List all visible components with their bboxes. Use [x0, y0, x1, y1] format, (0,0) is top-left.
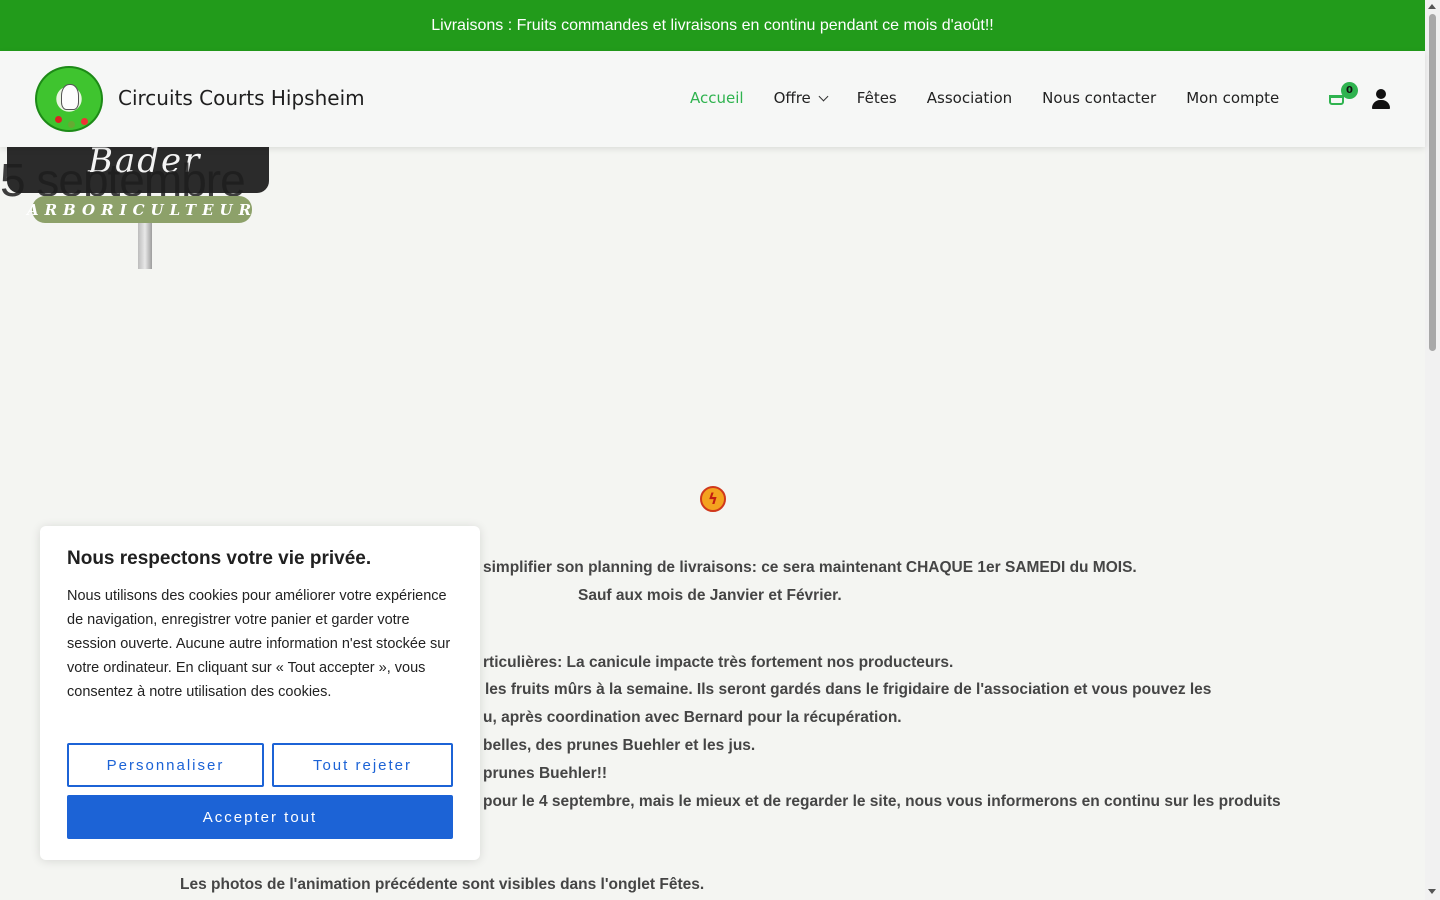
sign-pole: [138, 223, 152, 269]
hero-image: Bader 5 septembre ARBORICULTEUR: [0, 141, 280, 272]
lightning-icon: ϟ: [700, 486, 726, 512]
content-line: prunes Buehler!!: [483, 765, 608, 782]
cookie-text: Nous utilisons des cookies pour améliore…: [67, 588, 451, 700]
accept-all-button[interactable]: Accepter tout: [67, 795, 453, 839]
user-account-icon[interactable]: [1372, 89, 1390, 109]
content-line: pour le 4 septembre, mais le mieux et de…: [483, 793, 1281, 810]
scroll-down-icon[interactable]: [1428, 889, 1436, 894]
nav-item-accueil[interactable]: Accueil: [690, 89, 744, 107]
announcement-bar: Livraisons : Fruits commandes et livrais…: [0, 0, 1425, 51]
basket-icon: [1329, 95, 1344, 105]
user-body: [1372, 100, 1390, 109]
nav-item-offre-label: Offre: [773, 89, 811, 107]
content-line: simplifier son planning de livraisons: c…: [483, 559, 1137, 576]
logo-fruit-icon: [68, 121, 75, 128]
content-line: rticulières: La canicule impacte très fo…: [483, 654, 954, 671]
content-line: belles, des prunes Buehler et les jus.: [483, 737, 756, 754]
site-header: Circuits Courts Hipsheim Accueil Offre F…: [0, 51, 1425, 147]
site-logo[interactable]: [35, 66, 103, 132]
cookie-consent-dialog: Nous respectons votre vie privée. Nous u…: [40, 526, 480, 860]
scroll-up-icon[interactable]: [1428, 4, 1436, 9]
chevron-down-icon: [818, 91, 829, 101]
site-title[interactable]: Circuits Courts Hipsheim: [118, 86, 365, 110]
user-head: [1376, 89, 1386, 99]
content-line: les fruits mûrs à la semaine. Ils seront…: [485, 681, 1212, 698]
logo-fruit-icon: [55, 116, 62, 123]
nav-item-fetes[interactable]: Fêtes: [857, 89, 897, 107]
sign-tag: ARBORICULTEUR: [27, 196, 252, 223]
logo-figure-icon: [61, 84, 79, 110]
cookie-title: Nous respectons votre vie privée.: [67, 548, 372, 569]
content-line: u, après coordination avec Bernard pour …: [483, 709, 902, 726]
nav-item-account[interactable]: Mon compte: [1186, 89, 1279, 107]
page-scrollbar[interactable]: [1425, 0, 1440, 900]
logo-fruit-icon: [81, 118, 88, 125]
content-line: Les photos de l'animation précédente son…: [180, 876, 705, 893]
cart-button[interactable]: 0: [1327, 82, 1358, 109]
nav-item-contact[interactable]: Nous contacter: [1042, 89, 1156, 107]
scrollbar-thumb[interactable]: [1429, 14, 1436, 351]
content-line: Sauf aux mois de Janvier et Février.: [578, 587, 842, 604]
customize-button[interactable]: Personnaliser: [67, 743, 264, 787]
cart-count-badge: 0: [1341, 82, 1358, 99]
nav-item-association[interactable]: Association: [927, 89, 1012, 107]
announcement-text: Livraisons : Fruits commandes et livrais…: [431, 16, 994, 34]
reject-all-button[interactable]: Tout rejeter: [272, 743, 453, 787]
nav-item-offre[interactable]: Offre: [773, 89, 829, 107]
main-nav: Accueil Offre Fêtes Association Nous con…: [690, 89, 1309, 107]
